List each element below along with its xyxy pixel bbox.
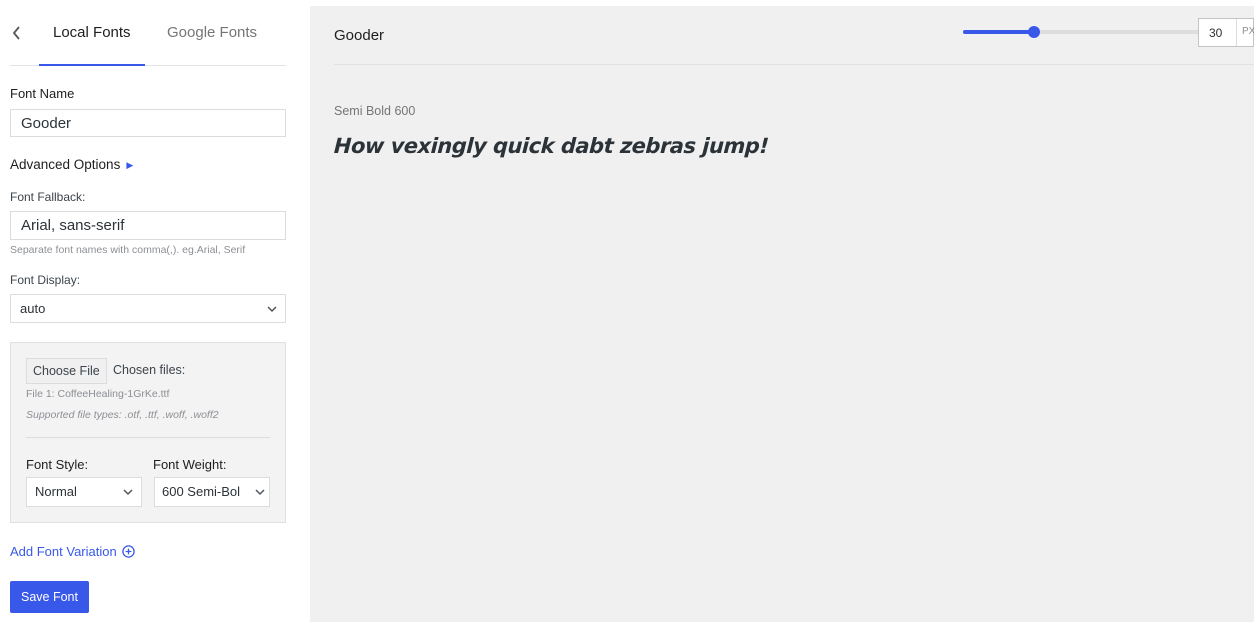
preview-header: Gooder PX	[334, 6, 1254, 65]
font-file-panel: Choose File Chosen files: File 1: Coffee…	[10, 342, 286, 523]
add-font-variation-link[interactable]: Add Font Variation	[10, 544, 136, 559]
font-size-slider[interactable]	[963, 26, 1208, 38]
font-preview-panel: Gooder PX Semi Bold 600 How vexingly qui…	[310, 6, 1254, 622]
divider	[26, 437, 270, 438]
chevron-down-icon	[123, 478, 133, 516]
font-size-box: PX	[1198, 18, 1254, 47]
font-display-value: auto	[20, 301, 46, 316]
back-button[interactable]	[12, 22, 32, 44]
chosen-file-name: File 1: CoffeeHealing-1GrKe.ttf	[26, 388, 170, 400]
font-name-label: Font Name	[10, 86, 75, 101]
font-size-input[interactable]	[1199, 19, 1237, 46]
font-style-label: Font Style:	[26, 457, 89, 472]
font-size-unit: PX	[1242, 26, 1254, 37]
chevron-down-icon	[253, 478, 265, 506]
sidebar: Local Fonts Google Fonts Font Name Advan…	[0, 0, 310, 622]
font-display-label: Font Display:	[10, 273, 81, 287]
font-fallback-input[interactable]	[10, 211, 286, 240]
save-font-button[interactable]: Save Font	[10, 581, 89, 613]
font-source-tabs: Local Fonts Google Fonts	[10, 14, 286, 66]
plus-circle-icon	[122, 545, 136, 558]
font-display-select[interactable]: auto	[10, 294, 286, 323]
slider-fill	[963, 30, 1035, 34]
advanced-options-label: Advanced Options	[10, 157, 121, 172]
font-style-value: Normal	[35, 484, 77, 499]
font-fallback-label: Font Fallback:	[10, 190, 86, 204]
supported-file-types: Supported file types: .otf, .ttf, .woff,…	[26, 409, 219, 421]
chevron-left-icon	[12, 26, 20, 40]
tab-local-fonts[interactable]: Local Fonts	[39, 14, 145, 66]
preview-sample-text: How vexingly quick dabt zebras jump!	[333, 134, 770, 158]
font-weight-select[interactable]: 600 Semi-Bol	[154, 477, 270, 507]
font-weight-value: 600 Semi-Bol	[162, 484, 241, 499]
font-name-input[interactable]	[10, 109, 286, 137]
tab-google-fonts[interactable]: Google Fonts	[153, 14, 271, 65]
add-font-variation-label: Add Font Variation	[10, 544, 117, 559]
slider-thumb[interactable]	[1028, 26, 1041, 38]
chosen-files-label: Chosen files:	[113, 363, 186, 377]
preview-font-title: Gooder	[334, 27, 385, 44]
triangle-right-icon: ▶	[126, 160, 134, 170]
font-weight-label: Font Weight:	[153, 457, 227, 472]
font-style-select[interactable]: Normal	[26, 477, 142, 507]
advanced-options-toggle[interactable]: Advanced Options ▶	[10, 157, 133, 172]
font-fallback-help: Separate font names with comma(,). eg.Ar…	[10, 244, 246, 256]
chevron-down-icon	[267, 295, 277, 333]
choose-file-button[interactable]: Choose File	[26, 358, 107, 384]
preview-weight-label: Semi Bold 600	[334, 104, 416, 118]
